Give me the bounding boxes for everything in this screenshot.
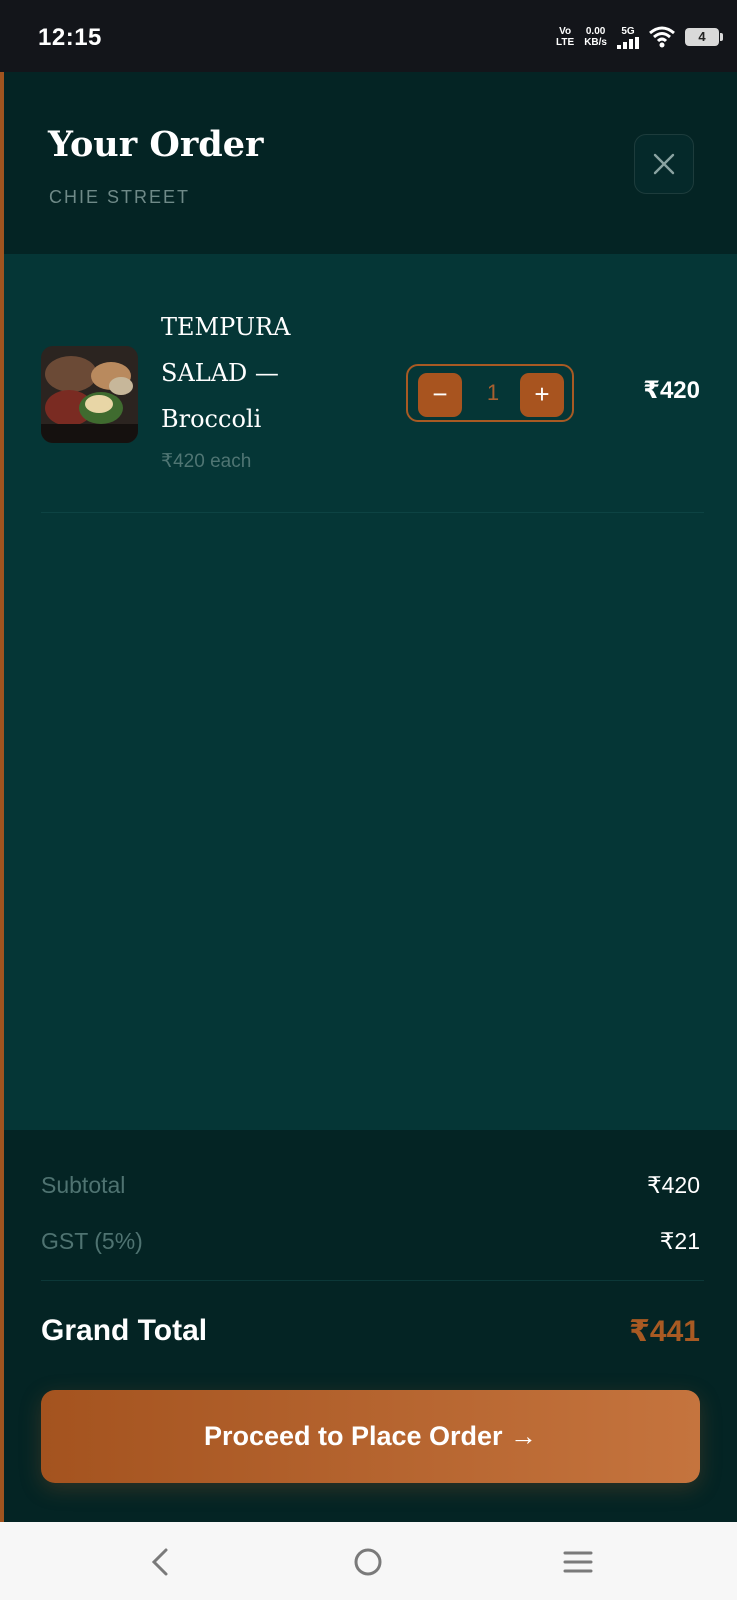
subtotal-label: Subtotal	[41, 1172, 126, 1198]
order-items: TEMPURA SALAD — Broccoli ₹420 each − 1 +…	[4, 254, 737, 1130]
back-icon	[151, 1548, 168, 1576]
speed-unit: KB/s	[584, 37, 607, 48]
home-button[interactable]	[348, 1542, 388, 1582]
back-button[interactable]	[140, 1542, 180, 1582]
grand-total-value: ₹441	[629, 1315, 700, 1348]
battery-icon: 4	[685, 28, 723, 46]
grand-total-label: Grand Total	[41, 1314, 208, 1347]
gst-label: GST (5%)	[41, 1228, 143, 1254]
restaurant-name: CHIE STREET	[49, 187, 191, 207]
close-button[interactable]	[634, 134, 694, 194]
list-item: TEMPURA SALAD — Broccoli ₹420 each − 1 +…	[4, 254, 737, 514]
quantity-value: 1	[486, 380, 500, 405]
status-indicators: Vo LTE 0.00 KB/s 5G 4	[556, 22, 723, 52]
divider	[41, 1280, 704, 1281]
item-total: ₹420	[643, 377, 700, 404]
food-image	[41, 346, 138, 443]
increase-button[interactable]: +	[520, 373, 564, 417]
menu-button[interactable]	[558, 1542, 598, 1582]
page-title: Your Order	[48, 124, 264, 165]
volte-top: Vo	[559, 26, 572, 37]
gst-value: ₹21	[659, 1228, 700, 1254]
decrease-button[interactable]: −	[418, 373, 462, 417]
menu-icon	[563, 1551, 593, 1573]
signal-bars-icon	[617, 36, 639, 49]
order-header: Your Order CHIE STREET	[4, 72, 737, 254]
divider	[41, 512, 704, 513]
system-nav-bar	[0, 1522, 737, 1600]
quantity-stepper: − 1 +	[406, 364, 574, 422]
status-bar: 12:15 Vo LTE 0.00 KB/s 5G 4	[0, 0, 737, 72]
close-icon	[653, 153, 675, 175]
place-order-button[interactable]: Proceed to Place Order →	[41, 1390, 700, 1483]
network-type: 5G	[621, 25, 635, 37]
speed-value: 0.00	[585, 26, 606, 37]
order-summary: Subtotal ₹420 GST (5%) ₹21 Grand Total ₹…	[4, 1130, 737, 1522]
cell-signal: 5G	[617, 26, 639, 49]
status-time: 12:15	[38, 24, 102, 51]
subtotal-value: ₹420	[646, 1172, 700, 1198]
item-name: TEMPURA SALAD — Broccoli	[161, 313, 291, 433]
network-speed: 0.00 KB/s	[584, 26, 607, 48]
volte-indicator: Vo LTE	[556, 26, 574, 48]
item-unit-price: ₹420 each	[161, 451, 252, 472]
home-icon	[354, 1548, 382, 1576]
volte-bottom: LTE	[556, 37, 575, 48]
wifi-icon	[649, 26, 675, 48]
